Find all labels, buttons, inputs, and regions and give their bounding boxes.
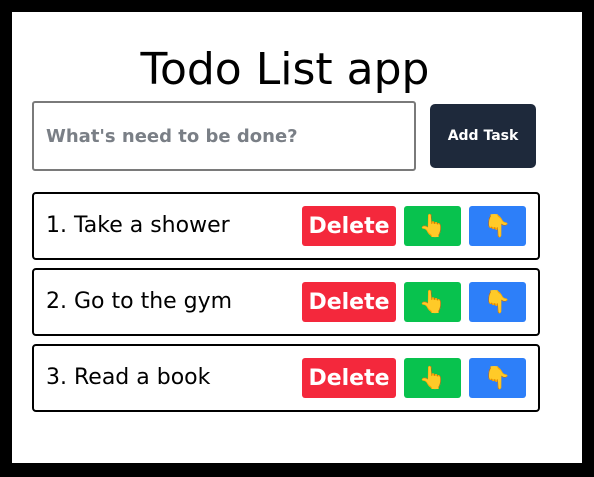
task-input[interactable] <box>32 101 416 171</box>
move-down-button[interactable]: 👇 <box>469 206 526 246</box>
page-title: Todo List app <box>140 44 430 95</box>
move-up-button[interactable]: 👆 <box>404 358 461 398</box>
pointing-up-icon: 👆 <box>418 365 447 390</box>
delete-button[interactable]: Delete <box>302 358 396 398</box>
todo-item: 1. Take a shower Delete 👆 👇 <box>32 192 540 260</box>
move-up-button[interactable]: 👆 <box>404 206 461 246</box>
delete-button[interactable]: Delete <box>302 206 396 246</box>
todo-item: 3. Read a book Delete 👆 👇 <box>32 344 540 412</box>
move-down-button[interactable]: 👇 <box>469 282 526 322</box>
pointing-down-icon: 👇 <box>483 365 512 390</box>
pointing-up-icon: 👆 <box>418 289 447 314</box>
pointing-down-icon: 👇 <box>483 213 512 238</box>
todo-text: 2. Go to the gym <box>46 289 233 314</box>
move-down-button[interactable]: 👇 <box>469 358 526 398</box>
add-task-button[interactable]: Add Task <box>430 104 536 168</box>
pointing-up-icon: 👆 <box>418 213 447 238</box>
todo-text: 1. Take a shower <box>46 213 230 238</box>
todo-item: 2. Go to the gym Delete 👆 👇 <box>32 268 540 336</box>
pointing-down-icon: 👇 <box>483 289 512 314</box>
delete-button[interactable]: Delete <box>302 282 396 322</box>
todo-text: 3. Read a book <box>46 365 211 390</box>
move-up-button[interactable]: 👆 <box>404 282 461 322</box>
